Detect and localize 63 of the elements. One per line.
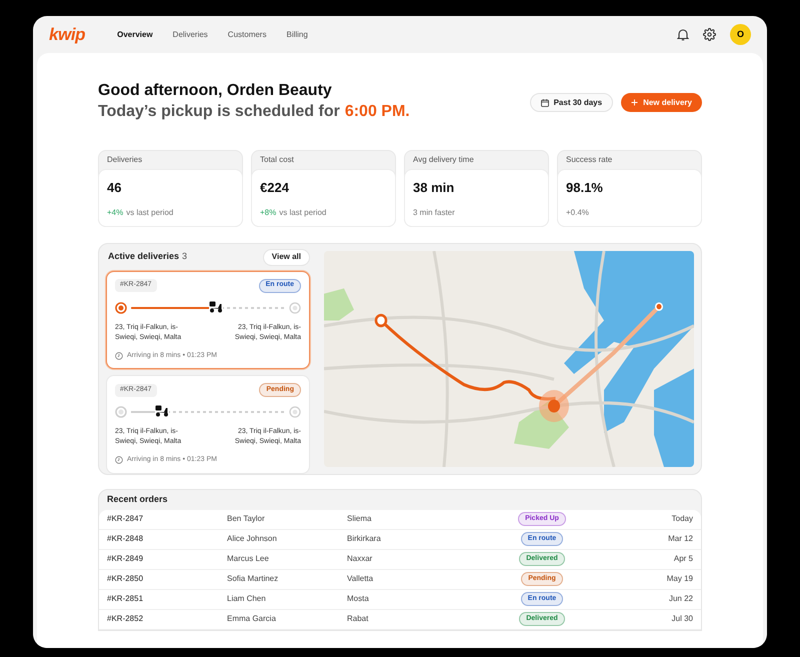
stat-value: 38 min	[413, 179, 456, 197]
order-id: #KR-2852	[107, 613, 144, 625]
order-date: Today	[670, 513, 693, 525]
greeting-title: Good afternoon, Orden Beauty	[98, 81, 333, 101]
city-name: Mosta	[347, 593, 370, 605]
order-date: Jun 22	[668, 593, 693, 605]
clock-icon	[115, 456, 123, 464]
nav-link[interactable]: Deliveries	[172, 28, 208, 40]
stat-change: +8%	[260, 206, 276, 218]
city-name: Valletta	[347, 573, 374, 585]
stat-label: Deliveries	[106, 154, 144, 166]
scooter-icon	[208, 300, 223, 312]
calendar-icon	[540, 98, 549, 106]
stat-note: vs last period	[279, 206, 326, 218]
customer-name: Marcus Lee	[227, 553, 270, 565]
stat-label: Success rate	[565, 154, 614, 166]
customer-name: Sofia Martinez	[227, 573, 280, 585]
stat-value: 98.1%	[566, 179, 604, 197]
bell-icon[interactable]	[677, 28, 689, 41]
city-name: Sliema	[347, 513, 372, 525]
stat-value: €224	[260, 179, 290, 197]
stat-change: +4%	[107, 206, 124, 218]
active-deliveries-count: 3	[182, 250, 188, 264]
pickup-text: Today’s pickup is scheduled for	[98, 102, 340, 122]
start-point-icon	[115, 302, 127, 314]
nav-link[interactable]: Billing	[286, 28, 308, 40]
city-name: Naxxar	[347, 553, 374, 565]
order-id: #KR-2851	[107, 593, 144, 605]
stat-label: Avg delivery time	[412, 154, 475, 166]
scooter-icon	[154, 405, 169, 417]
order-date: Jul 30	[670, 613, 693, 625]
clock-icon	[115, 352, 123, 360]
stat-note: vs last period	[126, 206, 174, 218]
recent-orders-title: Recent orders	[106, 492, 169, 506]
customer-name: Emma Garcia	[227, 613, 277, 625]
order-id: #KR-2847	[107, 513, 144, 525]
end-point-icon	[289, 302, 301, 314]
customer-name: Ben Taylor	[227, 513, 266, 525]
city-name: Rabat	[347, 613, 370, 625]
plus-icon	[631, 99, 638, 106]
settings-icon[interactable]	[703, 28, 716, 41]
stat-note: 3 min faster	[413, 206, 455, 218]
stat-note: +0.4%	[566, 206, 589, 218]
avatar[interactable]: O	[730, 24, 751, 45]
customer-name: Liam Chen	[227, 593, 267, 605]
stat-value: 46	[107, 179, 122, 197]
order-id: #KR-2848	[107, 533, 144, 545]
order-date: May 19	[666, 573, 693, 585]
stat-label: Total cost	[259, 154, 295, 166]
nav-link[interactable]: Customers	[228, 28, 266, 40]
order-date: Apr 5	[672, 553, 693, 565]
order-date: Mar 12	[667, 533, 693, 545]
date-filter-button[interactable]: Past 30 days	[530, 93, 614, 112]
city-name: Birkirkara	[347, 533, 382, 545]
pickup-time: 6:00 PM.	[344, 102, 410, 122]
order-id: #KR-2849	[107, 553, 144, 565]
nav-link[interactable]: Overview	[117, 28, 153, 40]
end-point-icon	[289, 406, 301, 418]
customer-name: Alice Johnson	[227, 533, 278, 545]
active-deliveries-title: Active deliveries	[108, 250, 180, 264]
view-all-button[interactable]: View all	[262, 248, 310, 266]
start-point-icon	[115, 406, 127, 418]
order-id: #KR-2850	[107, 573, 144, 585]
